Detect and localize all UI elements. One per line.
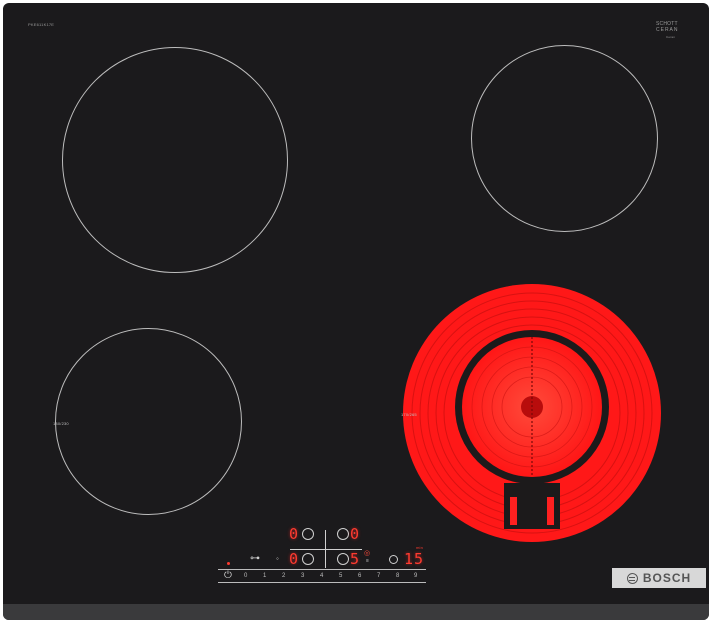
logo-bottom-text: Ceran xyxy=(666,35,676,39)
front-left-zone-label: 180/230 xyxy=(53,421,69,426)
rear-right-zone-select-button[interactable] xyxy=(337,528,349,540)
power-level-slider[interactable]: 0 1 2 3 4 5 6 7 8 9 xyxy=(218,569,426,583)
timer-unit-label: min xyxy=(416,545,424,550)
lock-indicator-light xyxy=(227,562,230,565)
brand-label: BOSCH xyxy=(642,571,692,585)
front-left-zone xyxy=(55,328,242,515)
timer-button[interactable] xyxy=(389,555,398,564)
rear-left-power-display: 0 xyxy=(289,525,300,543)
dual-zone-lines-icon: ≡ xyxy=(366,558,369,564)
logo-middle-text: CERAN xyxy=(656,27,679,33)
front-right-zone-label: 170/265 xyxy=(401,412,417,417)
brand-logo-icon xyxy=(626,572,638,584)
cooktop-frame-edge xyxy=(3,604,709,620)
rear-right-power-display: 0 xyxy=(350,525,361,543)
slider-tick[interactable]: 1 xyxy=(263,570,266,583)
child-lock-icon[interactable]: ⊶ xyxy=(250,553,260,564)
slider-tick[interactable]: 9 xyxy=(414,570,417,583)
zone-indicator-icon: ◦ xyxy=(276,554,279,563)
rear-right-zone xyxy=(471,45,658,232)
model-number: PKE611K17E xyxy=(28,22,55,27)
dual-zone-icon[interactable]: ◎ xyxy=(364,549,370,557)
front-right-zone-heating xyxy=(403,284,661,542)
front-right-zone-select-button[interactable] xyxy=(337,553,349,565)
front-left-zone-select-button[interactable] xyxy=(302,553,314,565)
slider-tick[interactable]: 0 xyxy=(244,570,247,583)
slider-tick[interactable]: 5 xyxy=(339,570,342,583)
front-left-power-display: 0 xyxy=(289,550,300,568)
slider-tick[interactable]: 7 xyxy=(377,570,380,583)
front-right-power-display: 5 xyxy=(350,550,361,568)
rear-left-zone-select-button[interactable] xyxy=(302,528,314,540)
timer-display: 15 xyxy=(404,550,425,568)
slider-tick[interactable]: 4 xyxy=(320,570,323,583)
slider-tick[interactable]: 6 xyxy=(358,570,361,583)
rear-left-zone xyxy=(62,47,288,273)
brand-plate: BOSCH xyxy=(612,568,706,588)
slider-tick[interactable]: 2 xyxy=(282,570,285,583)
slider-tick[interactable]: 3 xyxy=(301,570,304,583)
slider-tick[interactable]: 8 xyxy=(396,570,399,583)
